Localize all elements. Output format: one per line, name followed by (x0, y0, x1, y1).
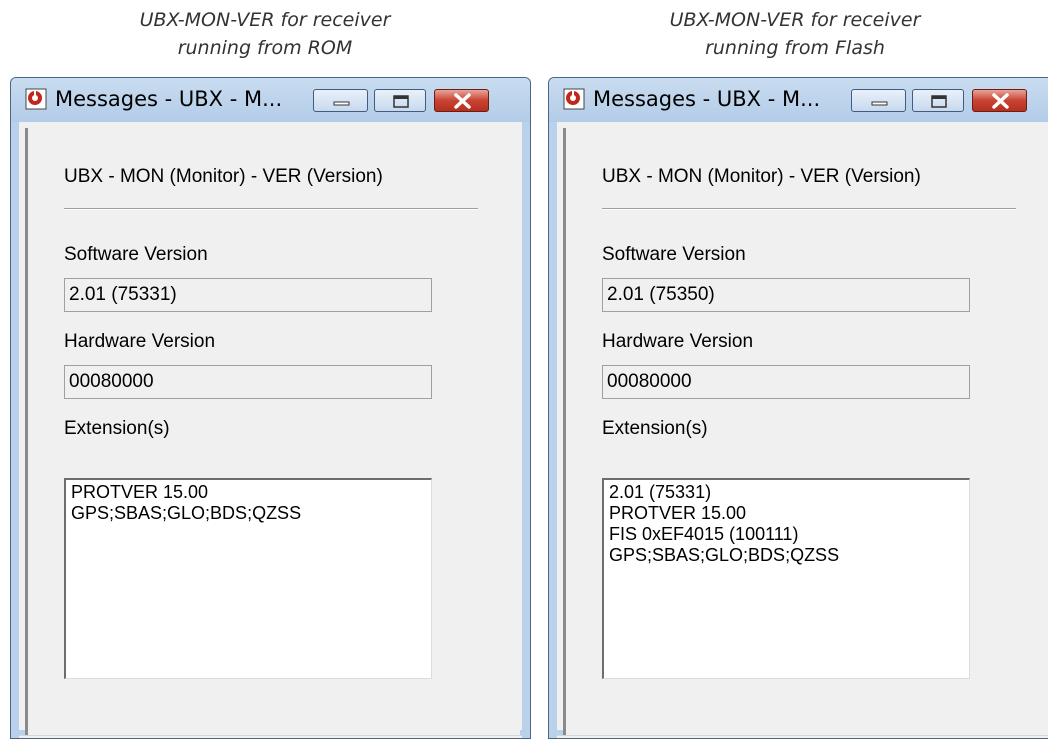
minimize-icon (333, 101, 350, 106)
hardware-version-field[interactable]: 00080000 (64, 365, 432, 399)
app-icon (25, 88, 47, 110)
caption-rom: UBX-MON-VER for receiver running from RO… (55, 6, 475, 62)
header-divider (64, 208, 478, 210)
window-client: UBX - MON (Monitor) - VER (Version) Soft… (557, 122, 1048, 738)
toolbar: Send Poll (19, 735, 522, 738)
title-bar[interactable]: Messages - UBX - M... (11, 78, 530, 122)
software-version-label: Software Version (64, 244, 208, 265)
close-icon (454, 93, 471, 109)
messages-window-rom: Messages - UBX - M... UBX - MON (Monitor… (10, 77, 531, 739)
software-version-label: Software Version (602, 244, 746, 265)
extension-line: 2.01 (75331) (609, 482, 712, 502)
close-button[interactable] (972, 89, 1027, 112)
message-panel: UBX - MON (Monitor) - VER (Version) Soft… (563, 128, 1048, 735)
message-header: UBX - MON (Monitor) - VER (Version) (64, 166, 383, 187)
software-version-field[interactable]: 2.01 (75350) (602, 278, 970, 312)
caption-rom-line-1: UBX-MON-VER for receiver (139, 9, 391, 31)
window-title: Messages - UBX - M... (593, 87, 821, 111)
extensions-list[interactable]: PROTVER 15.00 GPS;SBAS;GLO;BDS;QZSS (64, 478, 432, 679)
caption-flash-line-1: UBX-MON-VER for receiver (669, 9, 921, 31)
extension-line: GPS;SBAS;GLO;BDS;QZSS (609, 545, 840, 565)
extensions-list[interactable]: 2.01 (75331) PROTVER 15.00 FIS 0xEF4015 (1… (602, 478, 970, 679)
maximize-button[interactable] (912, 89, 964, 112)
maximize-button[interactable] (374, 89, 426, 112)
extensions-label: Extension(s) (64, 418, 170, 439)
minimize-button[interactable] (313, 89, 368, 112)
extension-line: FIS 0xEF4015 (100111) (609, 524, 799, 544)
extension-line: PROTVER 15.00 (71, 482, 209, 502)
minimize-button[interactable] (851, 89, 906, 112)
caption-flash-line-2: running from Flash (705, 37, 885, 59)
messages-window-flash: Messages - UBX - M... UBX - MON (Monitor… (548, 77, 1048, 739)
hardware-version-label: Hardware Version (64, 331, 216, 352)
header-divider (602, 208, 1016, 210)
hardware-version-field[interactable]: 00080000 (602, 365, 970, 399)
software-version-field[interactable]: 2.01 (75331) (64, 278, 432, 312)
minimize-icon (871, 101, 888, 106)
caption-flash: UBX-MON-VER for receiver running from Fl… (585, 6, 1005, 62)
window-client: UBX - MON (Monitor) - VER (Version) Soft… (19, 122, 522, 738)
title-bar[interactable]: Messages - UBX - M... (549, 78, 1048, 122)
extension-line: PROTVER 15.00 (609, 503, 747, 523)
maximize-icon (931, 95, 947, 108)
window-title: Messages - UBX - M... (55, 87, 283, 111)
extension-line: GPS;SBAS;GLO;BDS;QZSS (71, 503, 302, 523)
close-button[interactable] (434, 89, 489, 112)
app-icon (563, 88, 585, 110)
hardware-version-label: Hardware Version (602, 331, 754, 352)
close-icon (992, 93, 1009, 109)
extensions-label: Extension(s) (602, 418, 708, 439)
maximize-icon (393, 95, 409, 108)
message-header: UBX - MON (Monitor) - VER (Version) (602, 166, 921, 187)
toolbar: Send Poll (557, 735, 1048, 738)
message-panel: UBX - MON (Monitor) - VER (Version) Soft… (25, 128, 520, 735)
caption-rom-line-2: running from ROM (177, 37, 353, 59)
